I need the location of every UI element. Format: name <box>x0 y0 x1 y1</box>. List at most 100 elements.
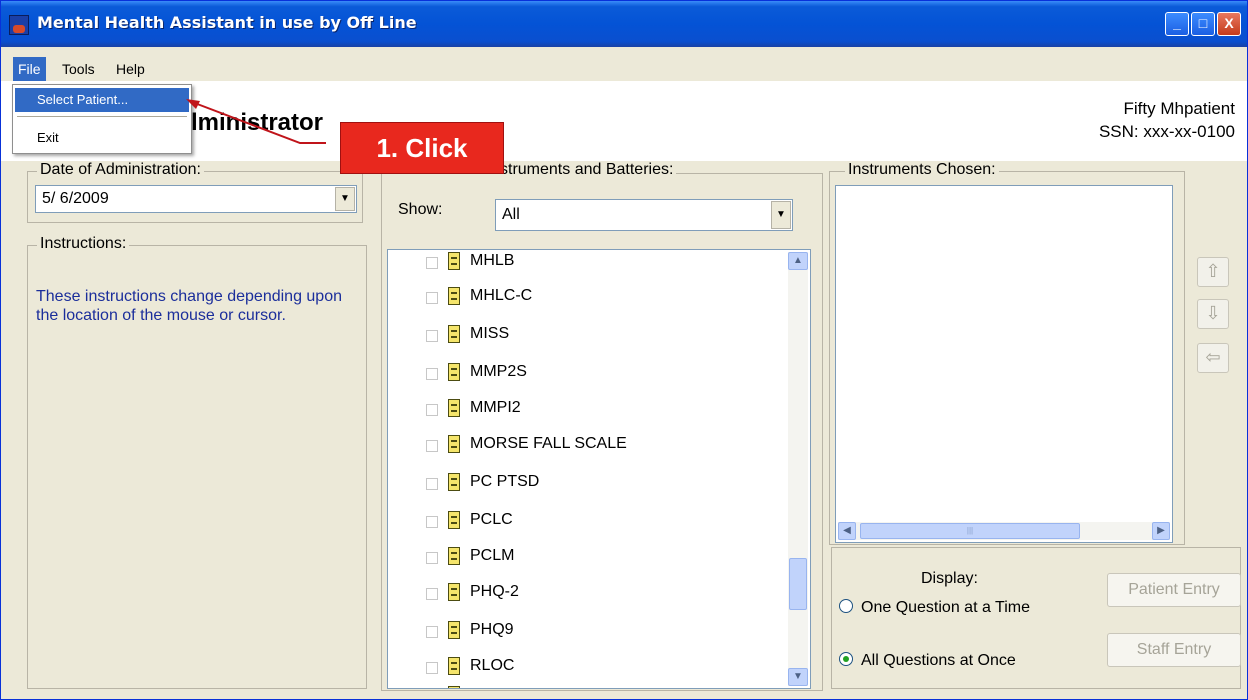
page-title: lministrator <box>191 109 324 136</box>
instructions-label: Instructions: <box>37 235 130 253</box>
show-filter-value: All <box>502 206 520 223</box>
checkbox[interactable] <box>426 292 438 304</box>
list-item[interactable]: MORSE FALL SCALE <box>388 433 788 463</box>
checkbox[interactable] <box>426 440 438 452</box>
list-item[interactable]: PC PTSD <box>388 471 788 501</box>
list-item-label: PHQ9 <box>470 621 514 638</box>
instrument-icon <box>448 287 460 305</box>
radio-one-question[interactable]: One Question at a Time <box>839 599 1030 617</box>
checkbox[interactable] <box>426 330 438 342</box>
list-item-label: MISS <box>470 325 510 342</box>
menu-item-select-patient[interactable]: Select Patient... <box>15 88 189 112</box>
date-value: 5/ 6/2009 <box>42 190 109 207</box>
date-label: Date of Administration: <box>37 161 204 179</box>
list-item-label: MORSE FALL SCALE <box>470 435 627 452</box>
instruments-list[interactable]: MHLB MHLC-C MISS MMP2S MMPI2 MORSE FALL … <box>387 249 811 689</box>
remove-icon[interactable]: ⇦ <box>1197 343 1229 373</box>
menu-separator <box>17 116 187 117</box>
menu-help[interactable]: Help <box>111 57 150 81</box>
checkbox[interactable] <box>426 478 438 490</box>
menu-tools[interactable]: Tools <box>57 57 100 81</box>
chevron-down-icon[interactable]: ▼ <box>335 187 355 211</box>
patient-ssn: SSN: xxx-xx-0100 <box>1098 122 1235 141</box>
chosen-hscrollbar[interactable]: ◀ ||| ▶ <box>838 522 1170 540</box>
instruments-label: struments and Batteries: <box>497 161 677 179</box>
checkbox[interactable] <box>426 626 438 638</box>
list-item-label: MHLB <box>470 252 515 269</box>
list-item[interactable]: PCLM <box>388 545 788 575</box>
file-menu-dropdown: Select Patient... Exit <box>12 84 192 154</box>
list-item[interactable]: PCLC <box>388 509 788 539</box>
menu-bar: File Tools Help <box>1 57 1247 81</box>
instrument-icon <box>448 399 460 417</box>
callout-label: 1. Click <box>340 122 504 174</box>
list-item[interactable]: MHLB <box>388 250 788 280</box>
instrument-icon <box>448 686 460 688</box>
date-picker[interactable]: 5/ 6/2009 ▼ <box>35 185 357 213</box>
radio-label: One Question at a Time <box>861 599 1030 616</box>
checkbox[interactable] <box>426 516 438 528</box>
move-up-icon[interactable]: ⇧ <box>1197 257 1229 287</box>
chosen-label: Instruments Chosen: <box>845 161 999 179</box>
list-item-label: PCLM <box>470 547 515 564</box>
checkbox[interactable] <box>426 404 438 416</box>
radio-button[interactable] <box>839 652 853 666</box>
checkbox[interactable] <box>426 368 438 380</box>
scrollbar-thumb[interactable]: ||| <box>860 523 1080 539</box>
checkbox[interactable] <box>426 588 438 600</box>
list-item[interactable]: PHQ-2 <box>388 581 788 611</box>
list-item[interactable]: MHLC-C <box>388 285 788 315</box>
title-bar[interactable]: Mental Health Assistant in use by Off Li… <box>1 1 1247 47</box>
list-item-partial <box>388 684 788 688</box>
scroll-left-icon[interactable]: ◀ <box>838 522 856 540</box>
list-item-label: MHLC-C <box>470 287 533 304</box>
instrument-icon <box>448 325 460 343</box>
instrument-icon <box>448 252 460 270</box>
list-item[interactable]: MMP2S <box>388 361 788 391</box>
instrument-icon <box>448 657 460 675</box>
move-down-icon[interactable]: ⇩ <box>1197 299 1229 329</box>
menu-file[interactable]: File <box>13 57 46 81</box>
instruments-scrollbar[interactable]: ▲ ▼ <box>788 252 808 686</box>
checkbox[interactable] <box>426 257 438 269</box>
radio-all-questions[interactable]: All Questions at Once <box>839 652 1016 670</box>
maximize-button[interactable]: □ <box>1191 12 1215 36</box>
checkbox[interactable] <box>426 662 438 674</box>
radio-label: All Questions at Once <box>861 652 1016 669</box>
list-item-label: MMPI2 <box>470 399 521 416</box>
list-item-label: PCLC <box>470 511 513 528</box>
chevron-down-icon[interactable]: ▼ <box>771 201 791 229</box>
instrument-icon <box>448 621 460 639</box>
checkbox[interactable] <box>426 552 438 564</box>
list-item[interactable]: MMPI2 <box>388 397 788 427</box>
patient-entry-button[interactable]: Patient Entry <box>1107 573 1241 607</box>
instrument-icon <box>448 435 460 453</box>
radio-button[interactable] <box>839 599 853 613</box>
display-label: Display: <box>921 570 978 587</box>
list-item-label: PC PTSD <box>470 473 540 490</box>
list-item[interactable]: PHQ9 <box>388 619 788 649</box>
instrument-icon <box>448 511 460 529</box>
staff-entry-button[interactable]: Staff Entry <box>1107 633 1241 667</box>
show-filter-select[interactable]: All ▼ <box>495 199 793 231</box>
scrollbar-thumb[interactable] <box>789 558 807 610</box>
list-item-label: RLOC <box>470 657 515 674</box>
scroll-right-icon[interactable]: ▶ <box>1152 522 1170 540</box>
instrument-icon <box>448 547 460 565</box>
show-label: Show: <box>398 201 443 218</box>
list-item[interactable]: RLOC <box>388 655 788 685</box>
menu-item-exit[interactable]: Exit <box>15 126 189 150</box>
instrument-icon <box>448 473 460 491</box>
patient-name: Fifty Mhpatient <box>1123 99 1236 118</box>
list-item[interactable]: MISS <box>388 323 788 353</box>
instructions-text: These instructions change depending upon… <box>36 288 342 324</box>
minimize-button[interactable]: _ <box>1165 12 1189 36</box>
chosen-list[interactable]: ◀ ||| ▶ <box>835 185 1173 543</box>
scroll-down-icon[interactable]: ▼ <box>788 668 808 686</box>
app-icon <box>9 15 29 35</box>
close-button[interactable]: X <box>1217 12 1241 36</box>
scroll-up-icon[interactable]: ▲ <box>788 252 808 270</box>
list-item-label: PHQ-2 <box>470 583 519 600</box>
instrument-icon <box>448 583 460 601</box>
list-item-label: MMP2S <box>470 363 527 380</box>
